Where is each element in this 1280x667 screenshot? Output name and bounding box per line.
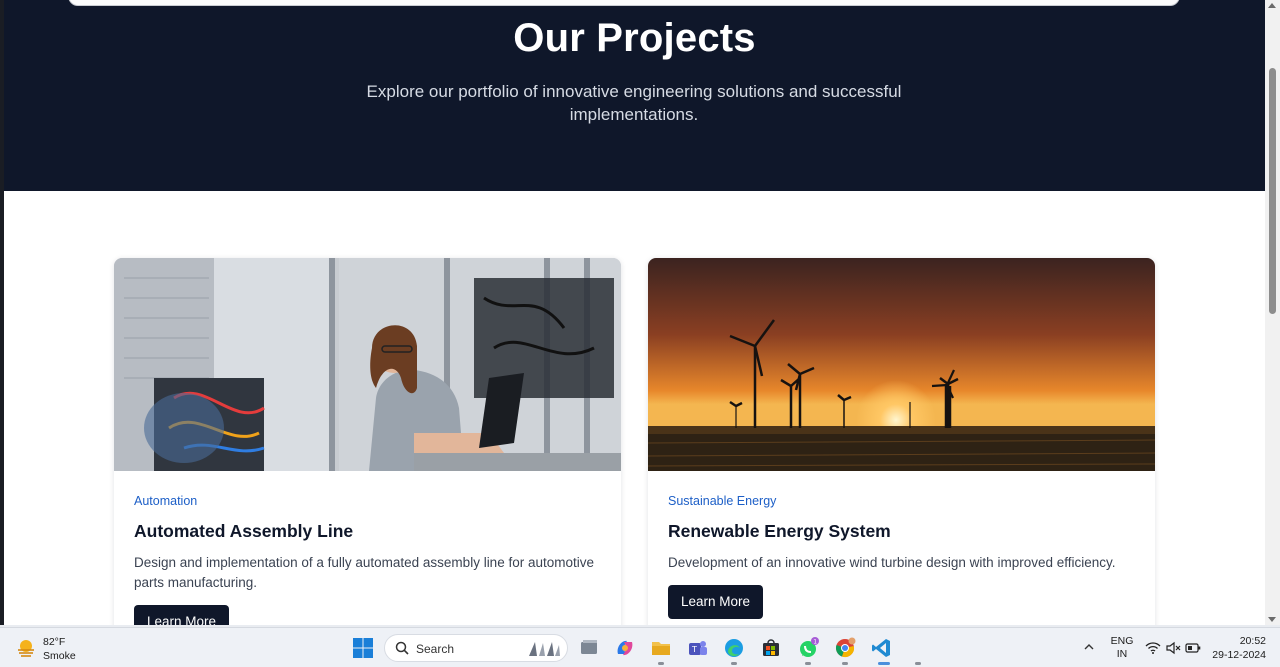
learn-more-button[interactable]: Learn More — [668, 585, 764, 619]
running-indicator — [805, 662, 811, 665]
language-code: ENG — [1110, 635, 1134, 647]
browser-viewport: Our Projects Explore our portfolio of in… — [0, 0, 1280, 625]
store-icon[interactable] — [760, 637, 782, 659]
task-view-icon[interactable] — [578, 637, 600, 659]
battery-icon[interactable] — [1185, 641, 1201, 655]
address-bar-edge — [68, 0, 1180, 6]
project-image-assembly-line — [114, 258, 621, 471]
wifi-icon[interactable] — [1145, 641, 1161, 655]
svg-text:T: T — [691, 645, 697, 654]
system-clock[interactable]: 20:52 29-12-2024 — [1206, 634, 1266, 662]
project-card-automation: Automation Automated Assembly Line Desig… — [114, 258, 621, 625]
scroll-thumb[interactable] — [1269, 68, 1276, 314]
teams-icon[interactable]: T — [687, 637, 709, 659]
project-category: Automation — [134, 494, 198, 508]
active-indicator — [878, 662, 890, 665]
taskbar-search[interactable]: Search — [384, 634, 568, 662]
running-indicator — [658, 662, 664, 665]
whatsapp-icon[interactable]: 1 — [797, 637, 819, 659]
search-icon — [395, 641, 409, 655]
running-indicator — [731, 662, 737, 665]
weather-haze-icon — [18, 640, 34, 657]
learn-more-button[interactable]: Learn More — [134, 605, 230, 625]
project-description: Development of an innovative wind turbin… — [668, 555, 1116, 570]
taskbar: 82°F Smoke Search T 1 ENG IN 20:52 29-12… — [0, 627, 1280, 667]
speaker-muted-icon[interactable] — [1165, 641, 1181, 655]
scroll-down-icon[interactable] — [1268, 617, 1276, 622]
running-indicator — [915, 662, 921, 665]
vscode-icon[interactable] — [870, 637, 892, 659]
project-title: Automated Assembly Line — [134, 521, 354, 541]
edge-icon[interactable] — [723, 637, 745, 659]
language-indicator[interactable]: ENG IN — [1108, 635, 1136, 661]
project-description: Design and implementation of a fully aut… — [134, 555, 594, 590]
chevron-up-icon[interactable] — [1083, 642, 1095, 652]
page-subtitle: Explore our portfolio of innovative engi… — [366, 82, 902, 124]
hero-section: Our Projects Explore our portfolio of in… — [4, 0, 1265, 191]
project-category: Sustainable Energy — [668, 494, 777, 508]
clock-date: 29-12-2024 — [1212, 649, 1266, 661]
copilot-icon[interactable] — [614, 637, 636, 659]
search-label: Search — [416, 642, 455, 656]
weather-condition: Smoke — [43, 650, 76, 662]
chrome-icon[interactable] — [834, 637, 856, 659]
scroll-up-icon[interactable] — [1268, 3, 1276, 8]
clock-time: 20:52 — [1239, 635, 1266, 647]
project-card-energy: Sustainable Energy Renewable Energy Syst… — [648, 258, 1155, 625]
project-image-wind-turbines — [648, 258, 1155, 471]
page-scrollbar[interactable] — [1265, 0, 1280, 625]
language-region: IN — [1116, 648, 1128, 660]
window-edge — [0, 0, 4, 625]
search-highlight-icon — [529, 642, 560, 656]
file-explorer-icon[interactable] — [650, 637, 672, 659]
whatsapp-badge: 1 — [813, 638, 817, 645]
weather-widget[interactable]: 82°F Smoke — [16, 633, 86, 663]
weather-temperature: 82°F — [43, 636, 66, 648]
start-icon[interactable] — [352, 637, 374, 659]
page-title: Our Projects — [513, 16, 756, 60]
project-title: Renewable Energy System — [668, 521, 891, 541]
running-indicator — [842, 662, 848, 665]
